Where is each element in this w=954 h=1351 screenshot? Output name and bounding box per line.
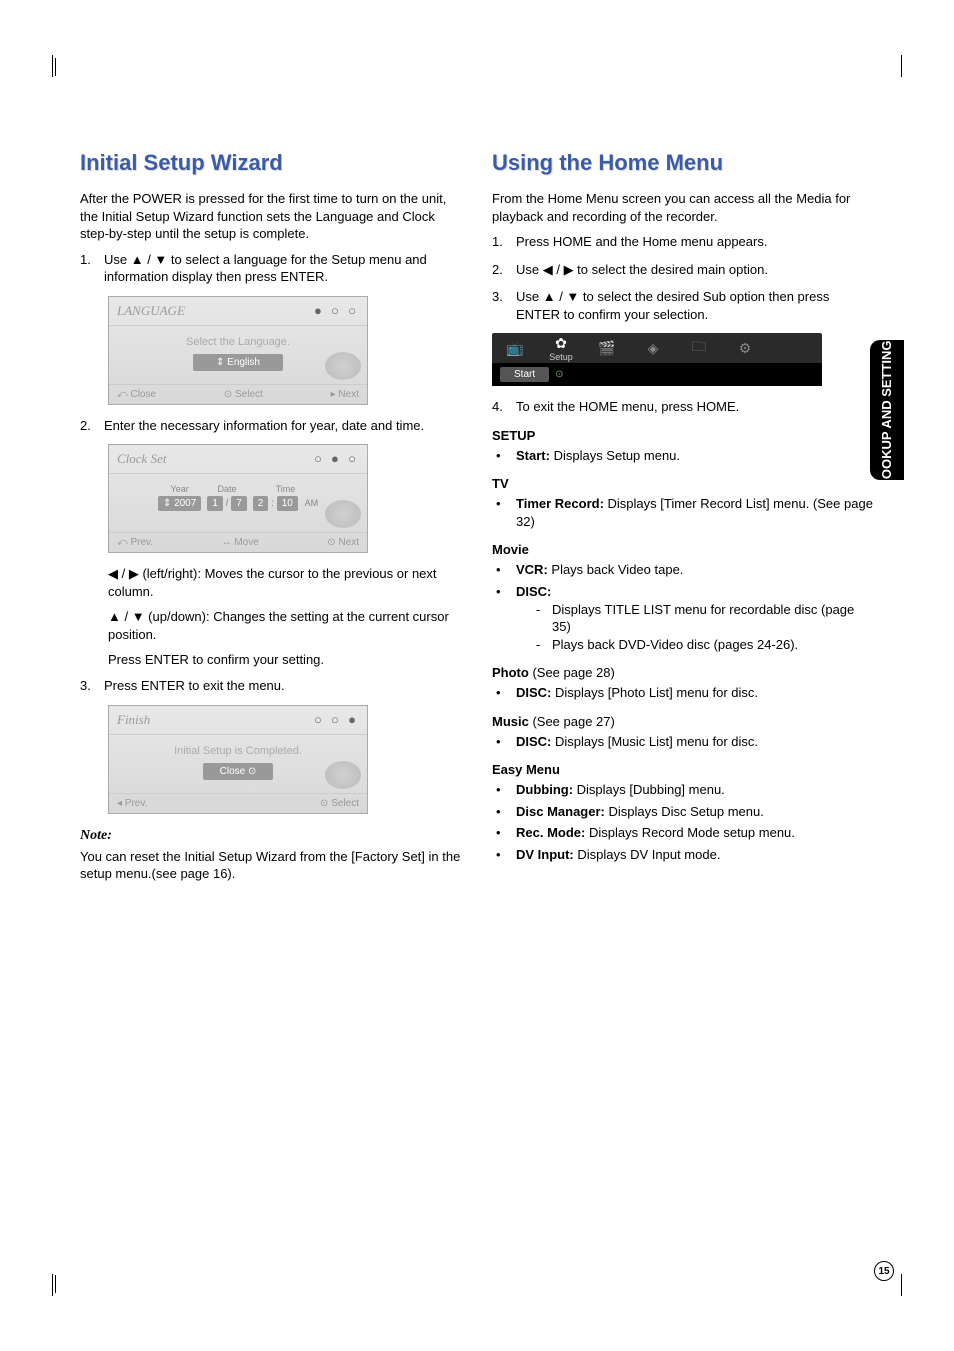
decor-icon (325, 352, 361, 380)
movie-vcr: VCR: Plays back Video tape. (492, 561, 874, 579)
setup-head: SETUP (492, 428, 874, 443)
easy-dub: Dubbing: Displays [Dubbing] menu. (492, 781, 874, 799)
easy-head: Easy Menu (492, 762, 874, 777)
clock-t2: 10 (277, 496, 298, 511)
rstep-3: 3.Use ▲ / ▼ to select the desired Sub op… (492, 288, 874, 323)
home-menu-bar: 📺 ✿Setup 🎬 ◈ 🗀 ⚙ Start ⊙ (492, 333, 822, 386)
home-icon-movie: 🎬 (584, 340, 630, 357)
note-body: You can reset the Initial Setup Wizard f… (80, 848, 462, 883)
lr-desc: ◀ / ▶ (left/right): Moves the cursor to … (108, 565, 462, 600)
music-list: DISC: Displays [Music List] menu for dis… (492, 733, 874, 751)
home-icon-setup: ✿Setup (538, 335, 584, 362)
page-number: 15 (874, 1261, 894, 1281)
side-tab: HOOKUP AND SETTINGS (870, 340, 904, 480)
clock-row: Year⇕ 2007 Date 1 / 7 Time 2 : 10 AM (117, 484, 359, 511)
scr1-foot-l: ⤺ Close (117, 389, 156, 400)
step-1: 1. Use ▲ / ▼ to select a language for th… (80, 251, 462, 286)
scr3-foot-l: ◂ Prev. (117, 798, 147, 809)
scr1-hint: Select the Language. (117, 336, 359, 348)
clock-ampm: AM (305, 498, 319, 508)
clock-d1: 1 (207, 496, 223, 511)
enter-desc: Press ENTER to confirm your setting. (108, 651, 462, 669)
photo-list: DISC: Displays [Photo List] menu for dis… (492, 684, 874, 702)
right-intro: From the Home Menu screen you can access… (492, 190, 874, 225)
screenshot-finish: Finish ○ ○ ● Initial Setup is Completed.… (108, 705, 368, 814)
scr2-dots: ○ ● ○ (314, 451, 359, 467)
tv-list: Timer Record: Displays [Timer Record Lis… (492, 495, 874, 530)
clock-year: ⇕ 2007 (158, 496, 201, 511)
right-column: Using the Home Menu From the Home Menu s… (492, 150, 874, 891)
note-heading: Note: (80, 828, 462, 844)
easy-list: Dubbing: Displays [Dubbing] menu. Disc M… (492, 781, 874, 863)
scr2-title: Clock Set (117, 451, 166, 466)
home-icon-tv: 📺 (492, 340, 538, 357)
scr2-foot-r: ⊙ Next (327, 537, 359, 548)
left-column: Initial Setup Wizard After the POWER is … (80, 150, 462, 891)
left-steps: 1. Use ▲ / ▼ to select a language for th… (80, 251, 462, 286)
movie-disc: DISC: Displays TITLE LIST menu for recor… (492, 583, 874, 653)
decor-icon (325, 761, 361, 789)
movie-head: Movie (492, 542, 874, 557)
easy-rec: Rec. Mode: Displays Record Mode setup me… (492, 824, 874, 842)
right-steps-4: 4.To exit the HOME menu, press HOME. (492, 398, 874, 416)
tv-head: TV (492, 476, 874, 491)
movie-disc-s1: Displays TITLE LIST menu for recordable … (536, 601, 874, 636)
rstep-4: 4.To exit the HOME menu, press HOME. (492, 398, 874, 416)
scr3-title: Finish (117, 712, 150, 727)
easy-dm: Disc Manager: Displays Disc Setup menu. (492, 803, 874, 821)
photo-head: Photo (See page 28) (492, 665, 874, 680)
page-content: Initial Setup Wizard After the POWER is … (50, 60, 904, 891)
rstep-2: 2.Use ◀ / ▶ to select the desired main o… (492, 261, 874, 279)
screenshot-clock: Clock Set ○ ● ○ Year⇕ 2007 Date 1 / 7 Ti… (108, 444, 368, 553)
clock-t1: 2 (253, 496, 269, 511)
music-head: Music (See page 27) (492, 714, 874, 729)
scr1-title: LANGUAGE (117, 303, 185, 318)
scr1-foot-r: ▸ Next (331, 389, 359, 400)
home-start-button: Start (500, 367, 549, 382)
movie-disc-s2: Plays back DVD-Video disc (pages 24-26). (536, 636, 874, 654)
scr3-pill: Close ⊙ (203, 763, 273, 780)
scr1-foot-c: ⊙ Select (224, 389, 263, 400)
clock-d2: 7 (231, 496, 247, 511)
screenshot-language: LANGUAGE ● ○ ○ Select the Language. ⇕ En… (108, 296, 368, 405)
step-3: 3. Press ENTER to exit the menu. (80, 677, 462, 695)
right-title: Using the Home Menu (492, 150, 874, 176)
tv-timer: Timer Record: Displays [Timer Record Lis… (492, 495, 874, 530)
home-icon-easy: ⚙ (722, 340, 768, 357)
left-intro: After the POWER is pressed for the first… (80, 190, 462, 243)
step-2: 2. Enter the necessary information for y… (80, 417, 462, 435)
movie-list: VCR: Plays back Video tape. DISC: Displa… (492, 561, 874, 653)
scr1-pill: ⇕ English (193, 354, 283, 371)
easy-dv: DV Input: Displays DV Input mode. (492, 846, 874, 864)
ud-desc: ▲ / ▼ (up/down): Changes the setting at … (108, 608, 462, 643)
scr3-hint: Initial Setup is Completed. (117, 745, 359, 757)
dot-icon: ⊙ (555, 369, 563, 380)
photo-disc: DISC: Displays [Photo List] menu for dis… (492, 684, 874, 702)
home-icon-music: 🗀 (676, 336, 722, 360)
left-steps-3: 3. Press ENTER to exit the menu. (80, 677, 462, 695)
scr2-foot-c: ↔ Move (222, 537, 259, 548)
rstep-1: 1.Press HOME and the Home menu appears. (492, 233, 874, 251)
scr1-dots: ● ○ ○ (314, 303, 359, 319)
left-steps-2: 2. Enter the necessary information for y… (80, 417, 462, 435)
home-icon-photo: ◈ (630, 340, 676, 357)
left-title: Initial Setup Wizard (80, 150, 462, 176)
scr3-dots: ○ ○ ● (314, 712, 359, 728)
scr3-foot-r: ⊙ Select (320, 798, 359, 809)
right-steps: 1.Press HOME and the Home menu appears. … (492, 233, 874, 323)
setup-list: Start: Displays Setup menu. (492, 447, 874, 465)
side-tab-label: HOOKUP AND SETTINGS (880, 332, 894, 489)
music-disc: DISC: Displays [Music List] menu for dis… (492, 733, 874, 751)
scr2-foot-l: ⤺ Prev. (117, 537, 153, 548)
decor-icon (325, 500, 361, 528)
setup-start: Start: Displays Setup menu. (492, 447, 874, 465)
